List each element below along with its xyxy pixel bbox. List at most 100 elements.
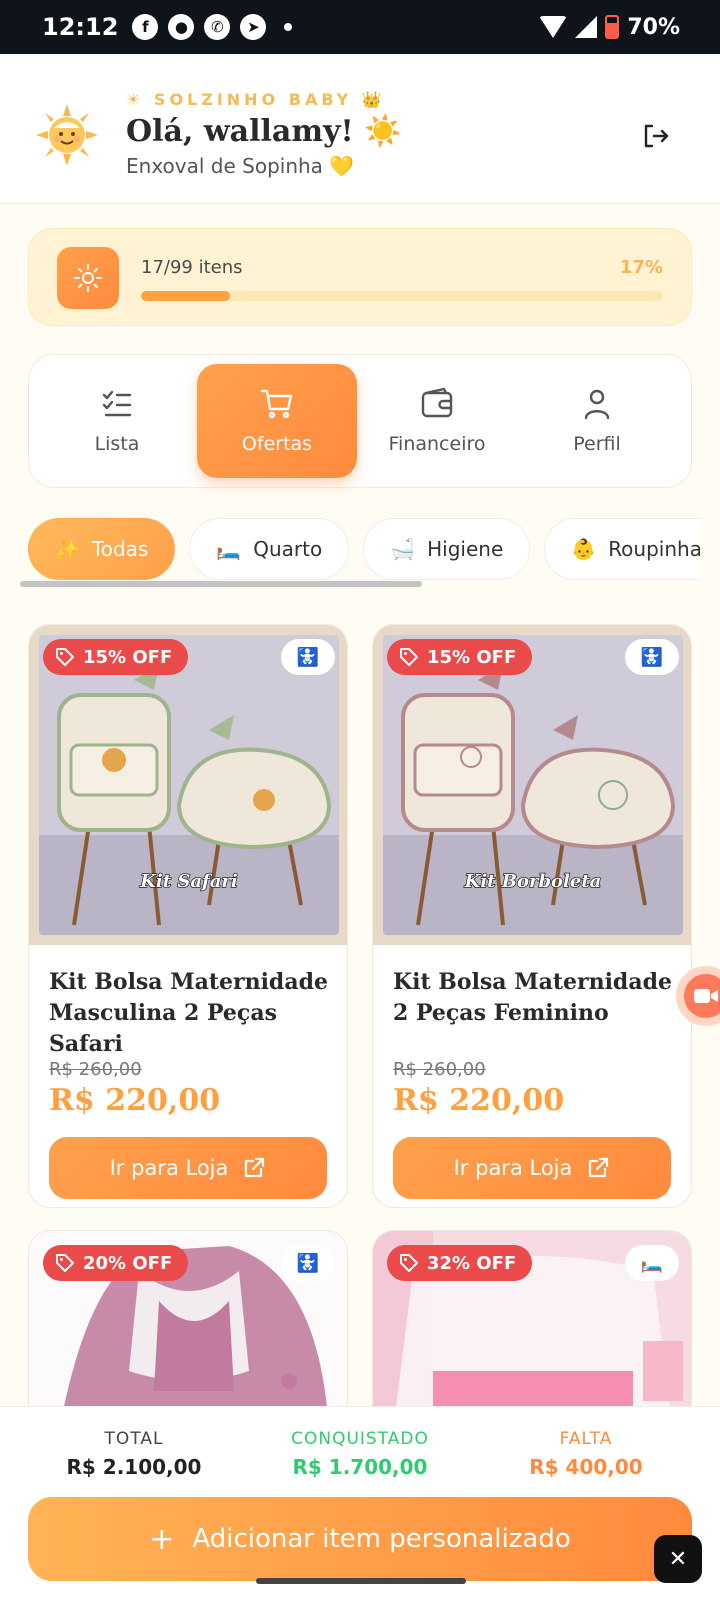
chip-label: Roupinhas: [608, 537, 700, 561]
discount-badge: 15% OFF: [43, 639, 189, 675]
chips-scrollbar[interactable]: [20, 581, 422, 587]
signal-icon: [575, 16, 598, 38]
battery-level: 70%: [627, 14, 680, 40]
nav-tab-perfil[interactable]: Perfil: [517, 364, 677, 478]
go-to-store-label: Ir para Loja: [109, 1156, 229, 1180]
product-old-price: R$ 260,00: [393, 1059, 486, 1080]
external-link-icon: [589, 1157, 609, 1178]
more-notifications-dot: [284, 23, 293, 31]
go-to-store-button[interactable]: Ir para Loja: [49, 1137, 327, 1199]
video-camera-icon: [694, 989, 718, 1003]
wallet-icon: [421, 387, 453, 418]
product-card[interactable]: Kit Safari 15% OFF 🚼 Kit Bolsa Maternida…: [28, 624, 348, 1208]
progress-sun-icon: [57, 247, 119, 309]
baby-category-icon: 🚼: [625, 639, 679, 675]
product-old-price: R$ 260,00: [49, 1059, 142, 1080]
facebook-icon: f: [132, 14, 159, 40]
discount-label: 20% OFF: [83, 1252, 173, 1274]
home-indicator[interactable]: [256, 1578, 466, 1584]
go-to-store-button[interactable]: Ir para Loja: [393, 1137, 671, 1199]
missing-summary: FALTA R$ 400,00: [476, 1429, 696, 1479]
nav-tab-ofertas[interactable]: Ofertas: [197, 364, 357, 478]
progress-card: 17/99 itens 17%: [28, 228, 692, 326]
greeting-title: Olá, wallamy! ☀️: [126, 114, 402, 149]
chip-roupinhas[interactable]: 👶 Roupinhas: [544, 518, 700, 580]
total-label: TOTAL: [104, 1429, 164, 1449]
nav-label-lista: Lista: [94, 433, 140, 455]
baby-category-icon: 🚼: [281, 639, 335, 675]
baby-icon: 👶: [571, 537, 597, 561]
product-photo-safari: Kit Safari: [39, 635, 339, 935]
checklist-icon: [102, 390, 132, 417]
tag-icon: [400, 1254, 418, 1272]
product-photo-borboleta: Kit Borboleta: [383, 635, 683, 935]
plus-icon: +: [149, 1521, 175, 1557]
add-custom-item-button[interactable]: + Adicionar item personalizado: [28, 1497, 692, 1581]
product-image[interactable]: Kit Borboleta 15% OFF 🚼: [373, 625, 691, 945]
nav-label-perfil: Perfil: [573, 433, 621, 455]
nav-tab-financeiro[interactable]: Financeiro: [357, 364, 517, 478]
product-title: Kit Bolsa Maternidade 2 Peças Feminino: [393, 969, 672, 1026]
wifi-icon: [539, 16, 568, 38]
bathtub-icon: 🛁: [390, 537, 416, 561]
telegram-icon: ➤: [240, 14, 267, 40]
tag-icon: [56, 1254, 74, 1272]
nav-tab-lista[interactable]: Lista: [37, 364, 197, 478]
whatsapp-icon: ✆: [204, 14, 231, 40]
product-card[interactable]: Kit Borboleta 15% OFF 🚼 Kit Bolsa Matern…: [372, 624, 692, 1208]
notification-icons: f ● ✆ ➤: [132, 14, 293, 40]
progress-bar: [141, 291, 663, 301]
product-image[interactable]: Kit Safari 15% OFF 🚼: [29, 625, 347, 945]
chip-label: Higiene: [427, 537, 504, 561]
product-image[interactable]: 20% OFF 🚼: [29, 1231, 347, 1429]
app-header: ☀ SOLZINHO BABY 👑 Olá, wallamy! ☀️ Enxov…: [0, 54, 720, 204]
discount-label: 15% OFF: [427, 646, 517, 668]
sun-logo-icon: [36, 104, 98, 166]
battery-icon: [605, 15, 620, 39]
chip-todas[interactable]: ✨ Todas: [28, 518, 176, 580]
chip-label: Quarto: [253, 537, 323, 561]
logout-icon[interactable]: [640, 120, 672, 152]
list-subtitle: Enxoval de Sopinha 💛: [126, 154, 355, 178]
progress-items-count: 17/99 itens: [141, 257, 243, 278]
category-filter: ✨ Todas 🛏️ Quarto 🛁 Higiene 👶 Roupinhas: [28, 518, 700, 584]
product-photo-caption: Kit Borboleta: [464, 871, 602, 892]
achieved-summary: CONQUISTADO R$ 1.700,00: [250, 1429, 470, 1479]
add-custom-item-label: Adicionar item personalizado: [192, 1524, 571, 1554]
nav-label-ofertas: Ofertas: [241, 433, 313, 455]
status-bar: 12:12 f ● ✆ ➤ 70%: [0, 0, 720, 54]
totals-bar: TOTAL R$ 2.100,00 CONQUISTADO R$ 1.700,0…: [0, 1406, 720, 1600]
chip-quarto[interactable]: 🛏️ Quarto: [189, 518, 350, 580]
chip-label: Todas: [91, 537, 149, 561]
discount-badge: 20% OFF: [43, 1245, 189, 1281]
total-summary: TOTAL R$ 2.100,00: [24, 1429, 244, 1479]
product-image[interactable]: 32% OFF 🛏️: [373, 1231, 691, 1429]
discount-label: 32% OFF: [427, 1252, 517, 1274]
product-card[interactable]: 20% OFF 🚼: [28, 1230, 348, 1430]
total-value: R$ 2.100,00: [66, 1455, 202, 1479]
product-photo-caption: Kit Safari: [139, 871, 238, 892]
baby-category-icon: 🚼: [281, 1245, 335, 1281]
nav-label-financeiro: Financeiro: [388, 433, 486, 455]
user-icon: [584, 389, 610, 420]
missing-label: FALTA: [559, 1429, 613, 1449]
brand-name: ☀ SOLZINHO BABY 👑: [126, 90, 386, 109]
discount-badge: 32% OFF: [387, 1245, 533, 1281]
main-nav: Lista Ofertas Financeiro Perfil: [28, 354, 692, 488]
tag-icon: [400, 648, 418, 666]
product-price: R$ 220,00: [49, 1083, 221, 1118]
bed-category-icon: 🛏️: [625, 1245, 679, 1281]
discount-label: 15% OFF: [83, 646, 173, 668]
product-price: R$ 220,00: [393, 1083, 565, 1118]
chip-higiene[interactable]: 🛁 Higiene: [363, 518, 531, 580]
status-time: 12:12: [42, 13, 119, 41]
close-button[interactable]: ✕: [654, 1535, 702, 1583]
achieved-value: R$ 1.700,00: [292, 1455, 428, 1479]
external-link-icon: [245, 1157, 265, 1178]
missing-value: R$ 400,00: [529, 1455, 643, 1479]
product-card[interactable]: 32% OFF 🛏️: [372, 1230, 692, 1430]
go-to-store-label: Ir para Loja: [453, 1156, 573, 1180]
messages-icon: ●: [168, 14, 195, 40]
progress-bar-fill: [141, 291, 230, 301]
progress-percent: 17%: [619, 257, 663, 278]
